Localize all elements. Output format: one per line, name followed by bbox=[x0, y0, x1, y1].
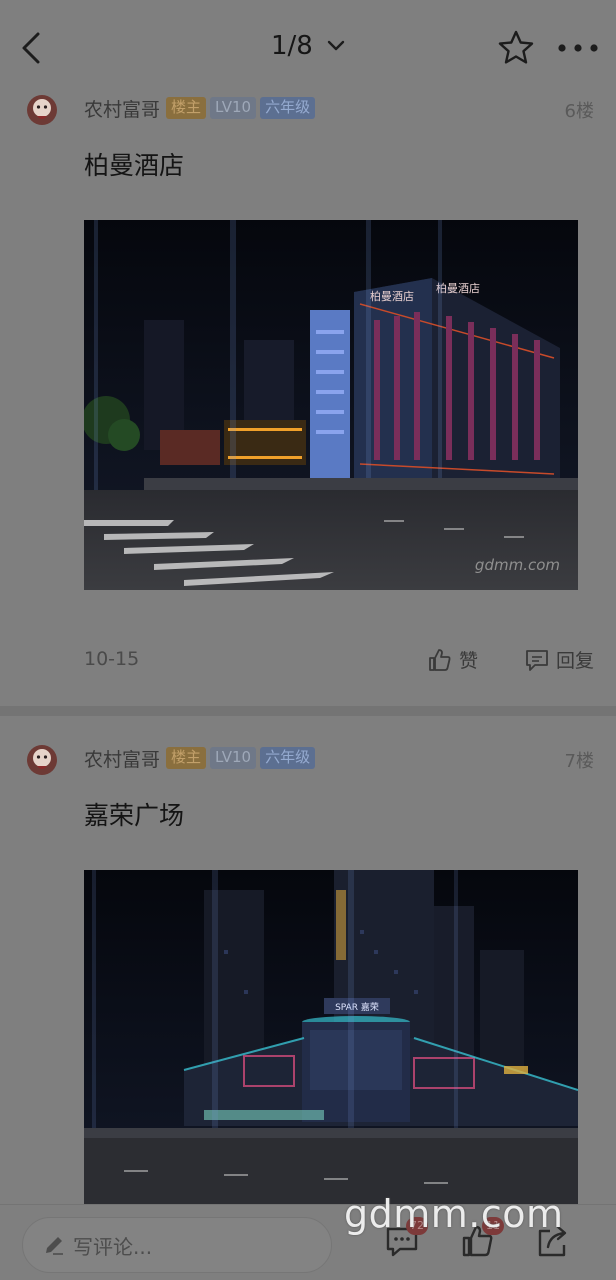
star-icon[interactable] bbox=[496, 28, 536, 68]
floor-number: 7楼 bbox=[564, 751, 594, 772]
floor-number: 6楼 bbox=[564, 101, 594, 122]
svg-text:柏曼酒店: 柏曼酒店 bbox=[436, 281, 480, 295]
image-watermark: gdmm.com bbox=[474, 556, 560, 574]
chevron-down-icon bbox=[327, 40, 345, 50]
reply-button[interactable]: 回复 bbox=[524, 646, 594, 673]
level-badge: LV10 bbox=[210, 747, 257, 769]
comment-input[interactable]: 写评论... bbox=[22, 1217, 332, 1273]
spar-sign: SPAR 嘉荣 bbox=[335, 1001, 379, 1013]
top-nav-bar: 1/8 bbox=[0, 0, 616, 100]
site-watermark: gdmm.com bbox=[344, 1192, 564, 1236]
post-text: 嘉荣广场 bbox=[84, 801, 185, 830]
hotel-night-photo: 柏曼酒店 柏曼酒店 bbox=[84, 220, 578, 590]
post-item: 农村富哥 楼主 LV10 六年级 6楼 柏曼酒店 柏曼酒店 柏曼酒店 gdmm.… bbox=[0, 86, 616, 706]
more-dots-icon[interactable] bbox=[556, 36, 600, 60]
comment-icon bbox=[526, 649, 548, 671]
comment-placeholder: 写评论... bbox=[73, 1234, 153, 1259]
like-button[interactable]: 赞 bbox=[427, 646, 478, 673]
pencil-icon bbox=[46, 1237, 63, 1255]
host-badge: 楼主 bbox=[166, 97, 207, 119]
author-line: 农村富哥 楼主 LV10 六年级 bbox=[84, 744, 319, 772]
author-name[interactable]: 农村富哥 bbox=[84, 95, 160, 122]
thumbs-up-icon bbox=[429, 648, 451, 671]
page-indicator: 1/8 bbox=[270, 30, 313, 61]
post-text: 柏曼酒店 bbox=[84, 151, 185, 180]
plaza-night-photo: SPAR 嘉荣 bbox=[84, 870, 578, 1204]
post-divider bbox=[0, 706, 616, 716]
post-date: 10-15 bbox=[84, 648, 140, 670]
post-footer: 10-15 赞 回复 bbox=[84, 646, 594, 676]
grade-badge: 六年级 bbox=[260, 747, 316, 769]
author-name[interactable]: 农村富哥 bbox=[84, 745, 160, 772]
grade-badge: 六年级 bbox=[260, 97, 316, 119]
like-label: 赞 bbox=[458, 650, 478, 672]
level-badge: LV10 bbox=[210, 97, 257, 119]
avatar[interactable] bbox=[26, 94, 58, 126]
reply-label: 回复 bbox=[555, 650, 594, 672]
host-badge: 楼主 bbox=[166, 747, 207, 769]
post-photo[interactable]: SPAR 嘉荣 bbox=[84, 870, 578, 1204]
avatar[interactable] bbox=[26, 744, 58, 776]
author-line: 农村富哥 楼主 LV10 六年级 bbox=[84, 94, 319, 122]
post-photo[interactable]: 柏曼酒店 柏曼酒店 gdmm.com bbox=[84, 220, 578, 590]
svg-text:柏曼酒店: 柏曼酒店 bbox=[370, 289, 414, 303]
